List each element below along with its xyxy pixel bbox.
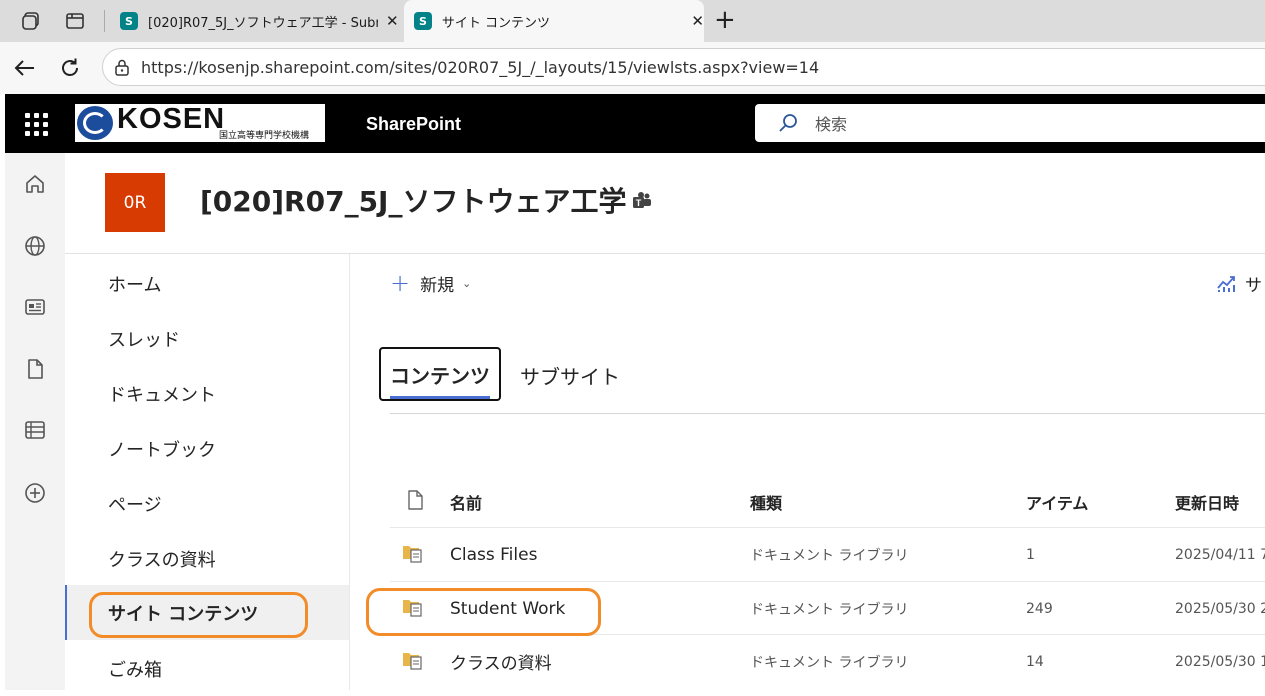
kosen-logo[interactable]: KOSEN 国立高等専門学校機構	[75, 104, 325, 142]
nav-item-recycle-bin[interactable]: ごみ箱	[65, 641, 349, 696]
tab-contents[interactable]: コンテンツ	[379, 347, 501, 401]
column-header-type[interactable]: 種類	[750, 490, 782, 514]
nav-item-documents[interactable]: ドキュメント	[65, 366, 349, 421]
row-modified: 2025/05/30 2:	[1175, 600, 1265, 617]
new-button[interactable]: + 新規 ⌄	[390, 270, 471, 296]
workspaces-icon[interactable]	[20, 10, 42, 32]
url-text: https://kosenjp.sharepoint.com/sites/020…	[141, 57, 820, 77]
file-type-icon[interactable]	[405, 489, 425, 511]
create-icon[interactable]	[22, 480, 48, 506]
lock-icon[interactable]	[113, 58, 131, 76]
pivot-divider	[390, 413, 1265, 414]
tab-site-contents[interactable]: S サイト コンテンツ ✕	[404, 0, 704, 42]
tab-actions-icon[interactable]	[64, 10, 86, 32]
browser-tab-bar: S [020]R07_5J_ソフトウェア工学 - Subm ✕ S サイト コン…	[0, 0, 1265, 42]
chart-icon	[1215, 272, 1237, 294]
highlight-ring-site-contents	[89, 592, 308, 638]
app-rail	[5, 153, 65, 690]
chevron-down-icon: ⌄	[462, 276, 472, 290]
document-library-icon	[402, 650, 424, 670]
nav-item-notebook[interactable]: ノートブック	[65, 421, 349, 476]
tab-subsites[interactable]: サブサイト	[520, 361, 620, 390]
document-icon[interactable]	[22, 356, 48, 382]
column-header-name[interactable]: 名前	[450, 490, 482, 514]
url-field[interactable]: https://kosenjp.sharepoint.com/sites/020…	[102, 48, 1265, 86]
row-modified: 2025/04/11 7:	[1175, 546, 1265, 563]
new-tab-icon[interactable]: +	[714, 7, 736, 33]
nav-item-threads[interactable]: スレッド	[65, 311, 349, 366]
tab-title: サイト コンテンツ	[441, 15, 550, 31]
nav-item-home[interactable]: ホーム	[65, 256, 349, 311]
app-name[interactable]: SharePoint	[366, 114, 461, 135]
nav-item-pages[interactable]: ページ	[65, 476, 349, 531]
selected-tab-indicator	[390, 396, 490, 399]
logo-subtext: 国立高等専門学校機構	[219, 131, 310, 141]
kosen-emblem-icon	[77, 106, 113, 140]
site-usage-button[interactable]: サ	[1215, 270, 1262, 296]
row-name[interactable]: Class Files	[450, 528, 537, 581]
row-name[interactable]: クラスの資料	[450, 635, 552, 688]
search-placeholder: 検索	[815, 115, 848, 134]
close-icon[interactable]: ✕	[386, 12, 399, 30]
tab-divider	[104, 10, 105, 32]
search-input[interactable]: 検索	[755, 104, 1265, 142]
teams-icon[interactable]: T	[631, 191, 653, 211]
refresh-icon[interactable]	[57, 55, 83, 81]
sharepoint-favicon-icon: S	[414, 12, 432, 30]
row-type: ドキュメント ライブラリ	[750, 601, 909, 618]
row-type: ドキュメント ライブラリ	[750, 654, 909, 671]
row-items: 1	[1026, 546, 1035, 563]
column-header-modified[interactable]: 更新日時	[1175, 490, 1239, 514]
search-icon	[777, 112, 799, 134]
news-icon[interactable]	[22, 294, 48, 320]
svg-text:T: T	[636, 198, 642, 208]
row-items: 14	[1026, 653, 1044, 670]
tab-submit[interactable]: S [020]R07_5J_ソフトウェア工学 - Subm ✕	[108, 0, 400, 42]
nav-item-class-materials[interactable]: クラスの資料	[65, 531, 349, 586]
back-arrow-icon[interactable]	[12, 55, 38, 81]
site-title[interactable]: [020]R07_5J_ソフトウェア工学	[200, 180, 626, 220]
site-logo[interactable]: 0R	[105, 173, 165, 232]
globe-icon[interactable]	[22, 233, 48, 259]
home-icon[interactable]	[22, 171, 48, 197]
table-row[interactable]: Class Files ドキュメント ライブラリ 1 2025/04/11 7:	[390, 527, 1265, 581]
plus-icon: +	[390, 269, 411, 297]
document-library-icon	[402, 543, 424, 563]
suite-bar: KOSEN 国立高等専門学校機構 SharePoint 検索	[5, 94, 1265, 153]
tab-title: [020]R07_5J_ソフトウェア工学 - Subm	[148, 15, 378, 31]
new-button-label: 新規	[420, 275, 455, 296]
column-header-items[interactable]: アイテム	[1026, 490, 1088, 514]
logo-text: KOSEN	[117, 104, 226, 135]
row-modified: 2025/05/30 10	[1175, 653, 1265, 670]
row-items: 249	[1026, 600, 1053, 617]
highlight-ring-student-work	[366, 588, 601, 636]
row-type: ドキュメント ライブラリ	[750, 547, 909, 564]
sharepoint-favicon-icon: S	[120, 12, 138, 30]
app-launcher-icon[interactable]	[22, 110, 50, 138]
close-icon[interactable]: ✕	[691, 12, 704, 30]
list-icon[interactable]	[22, 417, 48, 443]
site-usage-label: サ	[1245, 275, 1262, 296]
table-row[interactable]: クラスの資料 ドキュメント ライブラリ 14 2025/05/30 10	[390, 634, 1265, 688]
